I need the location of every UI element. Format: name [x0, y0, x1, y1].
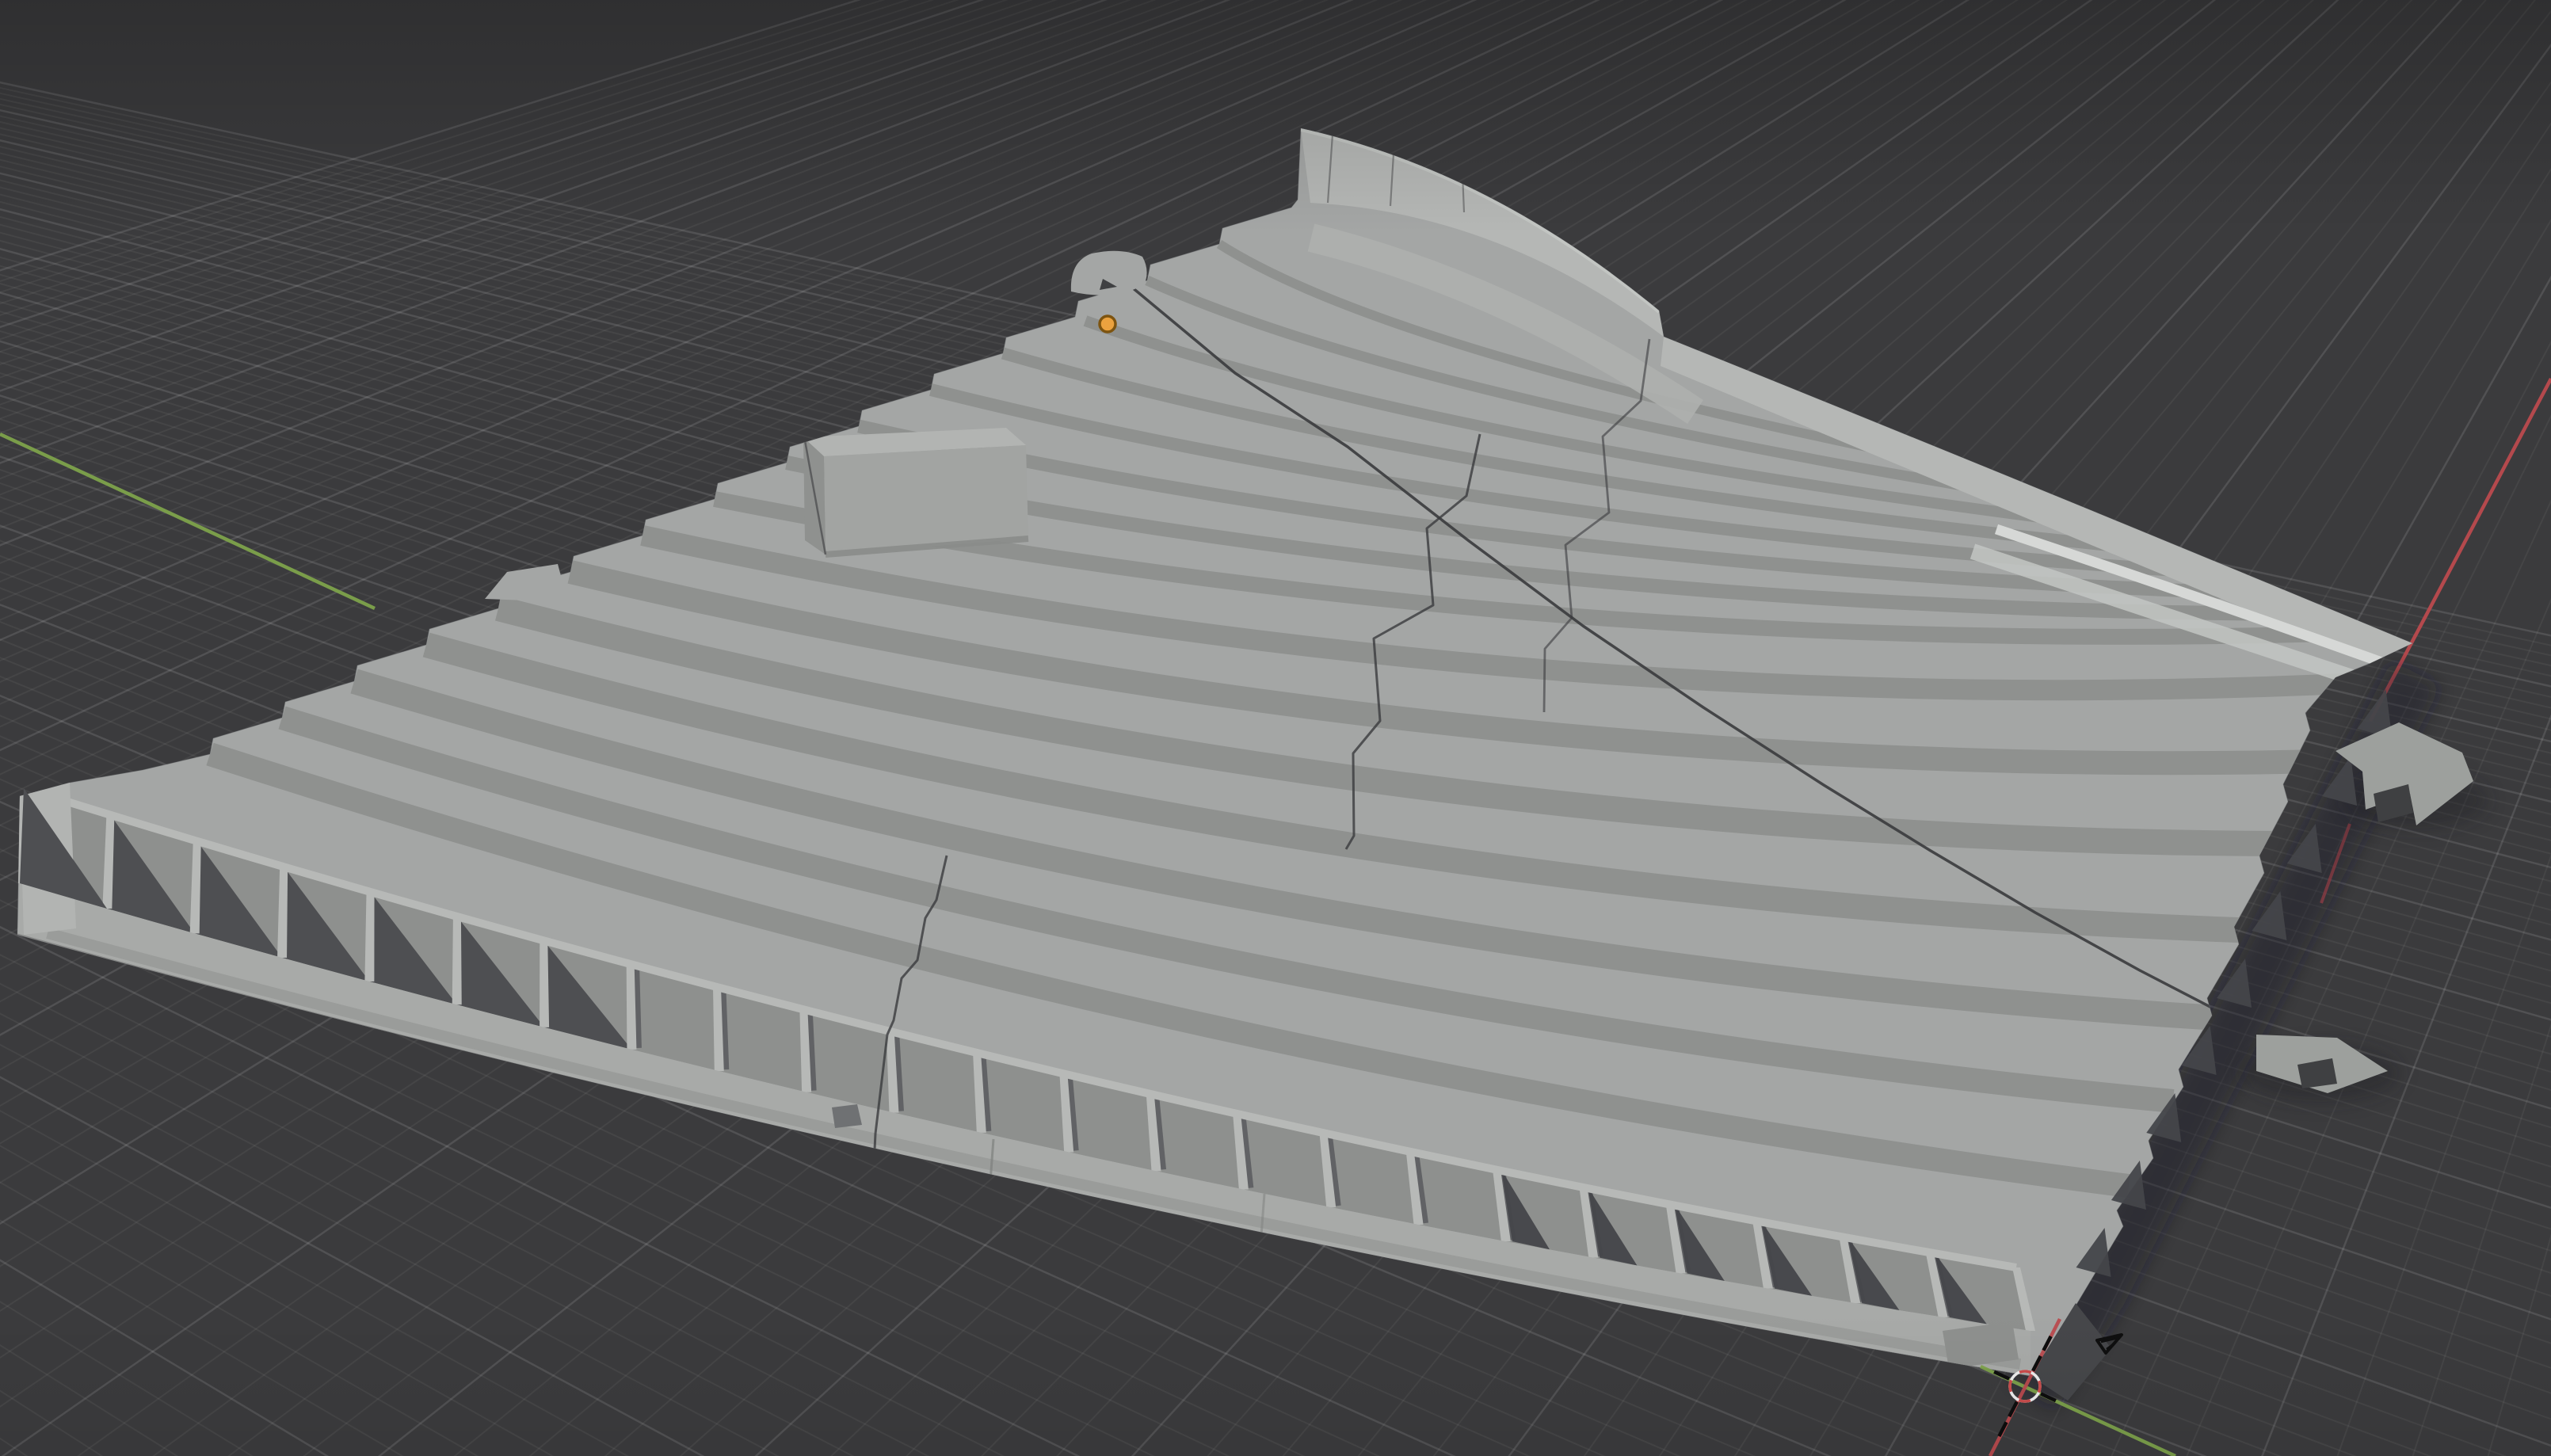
viewport-3d[interactable]: curved grandstand / stadium seating mesh [0, 0, 2551, 1456]
object-origin-icon[interactable] [1100, 316, 1115, 332]
